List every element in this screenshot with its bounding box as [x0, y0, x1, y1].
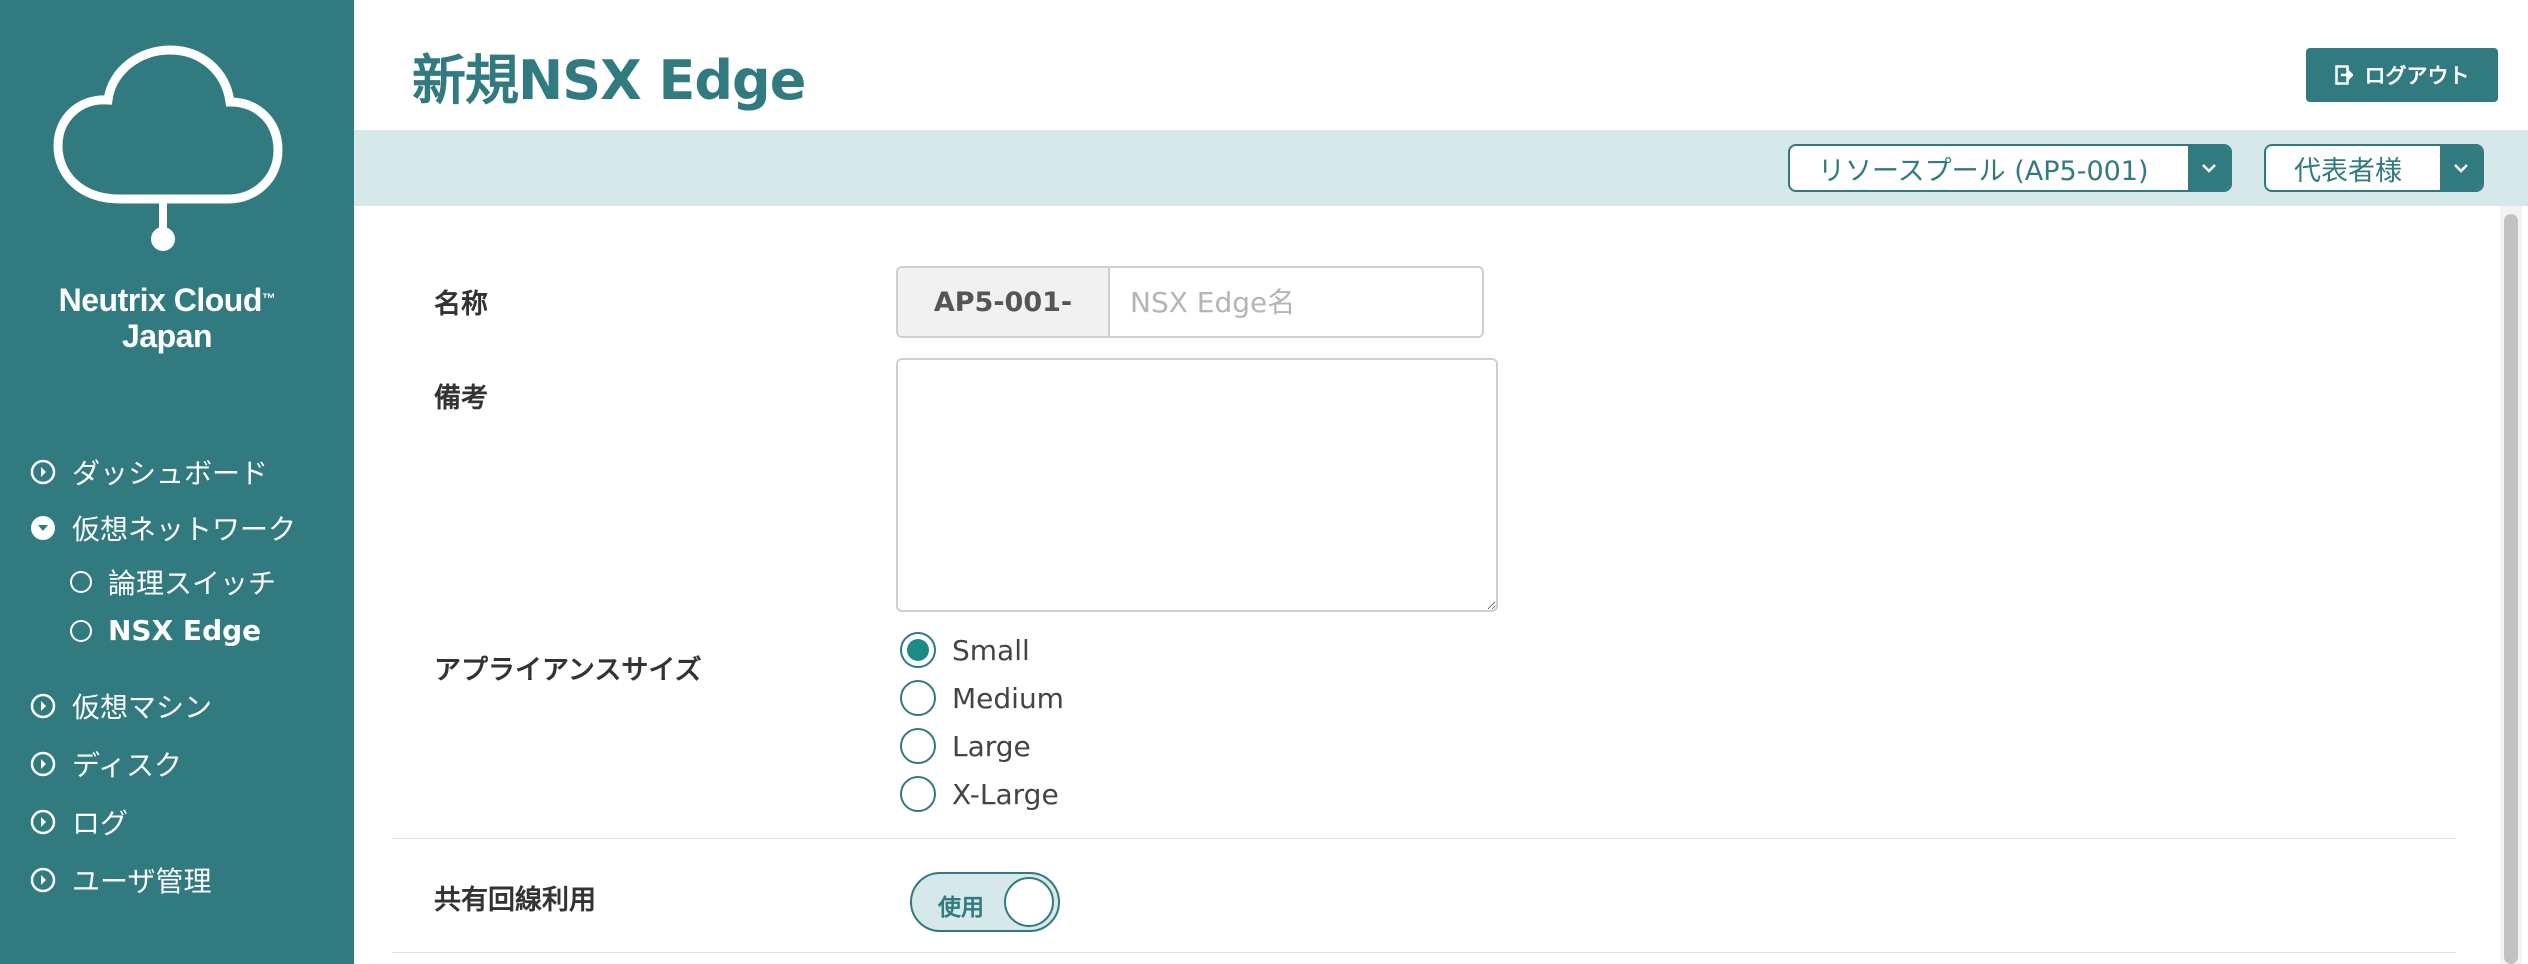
- chevron-right-circle-icon: [30, 693, 56, 719]
- trademark: ™: [261, 290, 276, 306]
- sidebar-item-label: ダッシュボード: [72, 457, 269, 490]
- sidebar-item-disk[interactable]: ディスク: [30, 744, 182, 784]
- sidebar: Neutrix Cloud™ Japan ダッシュボード 仮想ネットワーク 論理…: [0, 0, 354, 964]
- radio-unchecked-icon: [900, 680, 936, 716]
- sidebar-subitem-logical-switch[interactable]: 論理スイッチ: [70, 562, 276, 602]
- radio-unchecked-icon: [900, 728, 936, 764]
- name-field-group: AP5-001-: [896, 266, 1484, 338]
- sidebar-item-virtual-network[interactable]: 仮想ネットワーク: [30, 508, 296, 548]
- brand-line1: Neutrix Cloud: [58, 282, 263, 318]
- chevron-right-circle-icon: [30, 751, 56, 777]
- circle-icon: [70, 619, 92, 642]
- sidebar-item-label: ディスク: [72, 749, 183, 782]
- size-radio-large[interactable]: Large: [900, 728, 1031, 764]
- chevron-right-circle-icon: [30, 459, 56, 485]
- chevron-down-icon[interactable]: [2188, 146, 2230, 190]
- chevron-right-circle-icon: [30, 867, 56, 893]
- sidebar-item-virtual-machine[interactable]: 仮想マシン: [30, 686, 212, 726]
- radio-label: Large: [952, 729, 1031, 763]
- resource-pool-value: リソースプール (AP5-001): [1818, 155, 2149, 187]
- brand-line2: Japan: [122, 318, 212, 354]
- memo-textarea[interactable]: [896, 358, 1498, 612]
- sidebar-item-label: ユーザ管理: [72, 865, 212, 898]
- sidebar-item-label: 仮想ネットワーク: [72, 513, 297, 546]
- brand-name: Neutrix Cloud™ Japan: [0, 282, 334, 354]
- sidebar-item-label: 仮想マシン: [72, 691, 213, 724]
- sidebar-subitem-nsx-edge[interactable]: NSX Edge: [70, 614, 261, 647]
- scrollbar-thumb[interactable]: [2504, 214, 2518, 964]
- chevron-right-circle-icon: [30, 809, 56, 835]
- toggle-knob: [1004, 877, 1054, 927]
- circle-icon: [70, 571, 92, 593]
- name-label: 名称: [434, 289, 488, 320]
- resource-pool-select[interactable]: リソースプール (AP5-001): [1788, 144, 2232, 192]
- radio-unchecked-icon: [900, 776, 936, 812]
- size-radio-small[interactable]: Small: [900, 632, 1030, 668]
- radio-label: Small: [952, 633, 1030, 667]
- sidebar-item-label: ログ: [72, 807, 129, 840]
- divider: [392, 952, 2456, 953]
- toggle-label: 使用: [938, 895, 984, 921]
- name-prefix: AP5-001-: [898, 268, 1110, 336]
- appliance-size-label: アプライアンスサイズ: [434, 655, 702, 686]
- sidebar-subitem-label: NSX Edge: [108, 614, 262, 647]
- logout-icon: [2334, 65, 2353, 85]
- logout-label: ログアウト: [2364, 64, 2470, 88]
- sidebar-item-user-management[interactable]: ユーザ管理: [30, 860, 211, 900]
- size-radio-xlarge[interactable]: X-Large: [900, 776, 1059, 812]
- name-input[interactable]: [1110, 268, 1482, 336]
- sidebar-item-log[interactable]: ログ: [30, 802, 128, 842]
- radio-label: Medium: [952, 681, 1064, 715]
- page-title: 新規NSX Edge: [412, 49, 806, 112]
- sidebar-subitem-label: 論理スイッチ: [108, 567, 277, 600]
- chevron-down-circle-icon: [31, 516, 55, 540]
- chevron-down-icon[interactable]: [2440, 146, 2482, 190]
- sidebar-item-dashboard[interactable]: ダッシュボード: [30, 452, 268, 492]
- divider: [392, 838, 2456, 839]
- radio-label: X-Large: [952, 777, 1059, 811]
- scrollbar[interactable]: [2500, 206, 2522, 964]
- shared-line-label: 共有回線利用: [434, 885, 596, 916]
- memo-label: 備考: [434, 383, 488, 414]
- logout-button[interactable]: ログアウト: [2306, 48, 2498, 102]
- size-radio-medium[interactable]: Medium: [900, 680, 1064, 716]
- shared-line-toggle[interactable]: 使用: [910, 872, 1060, 932]
- user-name: 代表者様: [2294, 155, 2402, 187]
- user-menu-select[interactable]: 代表者様: [2264, 144, 2484, 192]
- cloud-logo-icon: [53, 45, 283, 251]
- radio-checked-icon: [900, 632, 936, 668]
